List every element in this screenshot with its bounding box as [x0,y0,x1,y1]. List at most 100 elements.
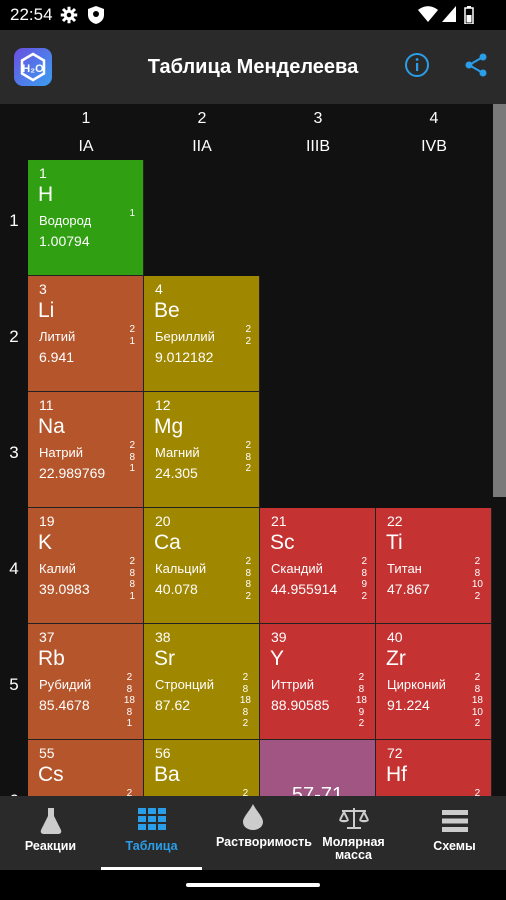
element-cell[interactable]: 20 Ca Кальций 40.078 2 8 8 2 [144,508,260,624]
element-cell[interactable]: 57-71 [260,740,376,796]
atomic-mass: 88.90585 [271,697,330,713]
element-cell[interactable]: 38 Sr Стронций 87.62 2 8 18 8 2 [144,624,260,740]
electron-shells: 2818 [240,788,251,796]
element-cell[interactable]: 1 H Водород 1.00794 1 [28,160,144,276]
element-symbol: Ba [154,763,180,786]
element-cell[interactable]: 55 Cs 2818 [28,740,144,796]
element-cell[interactable]: 39 Y Иттрий 88.90585 2 8 18 9 2 [260,624,376,740]
nav-item-solubility[interactable]: Растворимость [202,796,312,870]
period-label: 2 [9,327,19,346]
element-name: Магний [155,445,200,460]
shell-count: 2 [242,672,249,683]
shell-count: 2 [245,590,251,602]
shell-count: 2 [474,788,481,796]
electron-shells: 21 [129,324,135,347]
shell-count: 1 [129,335,135,347]
shell-count: 1 [129,463,135,474]
app-bar: H₂O Таблица Менделеева [0,30,506,104]
element-symbol: Hf [386,763,407,786]
atomic-number: 37 [39,629,55,645]
element-cell[interactable]: 22 Ti Титан 47.867 2 8 10 2 [376,508,492,624]
electron-shells: 2892 [361,556,367,602]
shell-count: 8 [245,579,251,590]
electron-shells: 2881 [129,556,135,602]
shell-count: 8 [245,451,251,463]
settings-gear-icon [60,6,78,24]
atomic-number: 21 [271,513,287,529]
info-icon[interactable] [403,51,431,79]
element-symbol: K [38,531,53,554]
atomic-mass: 9.012182 [155,349,214,365]
element-symbol: Y [270,647,285,670]
shell-count: 8 [126,706,133,718]
nav-item-table[interactable]: Таблица [101,796,202,870]
nav-label: Реакции [24,839,77,853]
element-cell[interactable]: 37 Rb Рубидий 85.4678 2 8 18 8 1 [28,624,144,740]
atomic-number: 19 [39,513,55,529]
atomic-mass: 22.989769 [39,465,106,481]
element-cell[interactable]: 19 K Калий 39.0983 2 8 8 1 [28,508,144,624]
bottom-nav: Реакции Таблица Растворимость Молярная м… [0,796,506,870]
nav-item-molar-mass[interactable]: Молярная масса [303,796,404,870]
atomic-number: 55 [39,745,55,761]
shell-count: 1 [126,718,133,729]
element-cell[interactable]: 40 Zr Цирконий 91.224 2 8 18 10 2 [376,624,492,740]
atomic-number: 11 [39,397,54,413]
shell-count: 18 [123,695,135,706]
atomic-mass: 87.62 [155,697,191,713]
atomic-mass: 47.867 [387,581,430,597]
shell-count: 2 [245,335,251,347]
shell-count: 2 [242,788,249,796]
electron-shells: 2 8 18 10 2 [472,672,483,730]
group-number: 1 [81,110,91,127]
atomic-number: 38 [155,629,171,645]
element-symbol: Be [154,299,180,322]
home-gesture-handle[interactable] [186,883,320,887]
shell-count: 2 [126,672,133,683]
atomic-number: 1 [39,165,47,181]
shell-count: 2 [361,556,367,567]
element-cell[interactable]: 12 Mg Магний 24.305 2 8 2 [144,392,260,508]
shell-count: 8 [358,683,365,695]
atomic-number: 39 [271,629,287,645]
electron-shells: 2882 [245,556,251,602]
element-name: Кальций [155,561,207,576]
element-cell[interactable]: 56 Ba 2818 [144,740,260,796]
element-symbol: Sc [270,531,295,554]
element-name: Цирконий [387,677,446,692]
nav-item-schemes[interactable]: Схемы [404,796,505,870]
scrollbar[interactable] [493,104,506,497]
shell-count: 8 [474,683,481,695]
element-name: Водород [39,213,92,228]
nav-label: Схемы [433,839,476,853]
share-icon[interactable] [462,51,490,79]
nav-label: Таблица [125,839,178,853]
table-icon [137,808,166,830]
nav-label: Молярная масса [322,835,385,862]
period-label: 1 [9,211,19,230]
atomic-number: 72 [387,745,403,761]
element-name: Иттрий [271,677,315,692]
shell-count: 10 [471,579,483,590]
atomic-number: 40 [387,629,403,645]
atomic-number: 20 [155,513,171,529]
nav-item-reactions[interactable]: Реакции [0,796,101,870]
electron-shells: 2 8 10 2 [472,556,483,602]
element-cell[interactable]: 4 Be Бериллий 9.012182 2 2 [144,276,260,392]
element-symbol: Na [38,415,65,438]
element-cell[interactable]: 11 Na Натрий 22.989769 2 8 1 [28,392,144,508]
shell-count: 2 [474,556,481,567]
element-symbol: Mg [154,415,184,438]
element-cell[interactable]: 72 Hf 2818 [376,740,492,796]
element-name: Стронций [155,677,214,692]
atomic-mass: 85.4678 [39,697,90,713]
atomic-number: 22 [387,513,403,529]
atomic-number: 12 [155,397,171,413]
atomic-mass: 91.224 [387,697,430,713]
shell-count: 8 [129,451,135,463]
electron-shells: 1 [129,208,135,220]
periodic-table[interactable]: 1 IA 2 IIA 3 IIIB 4 IVB 1 2 3 4 5 6 1HВо… [0,104,506,796]
element-cell[interactable]: 21 Sc Скандий 44.955914 2 8 9 2 [260,508,376,624]
element-cell[interactable]: 3 Li Литий 6.941 2 1 [28,276,144,392]
element-symbol: Rb [38,647,65,670]
